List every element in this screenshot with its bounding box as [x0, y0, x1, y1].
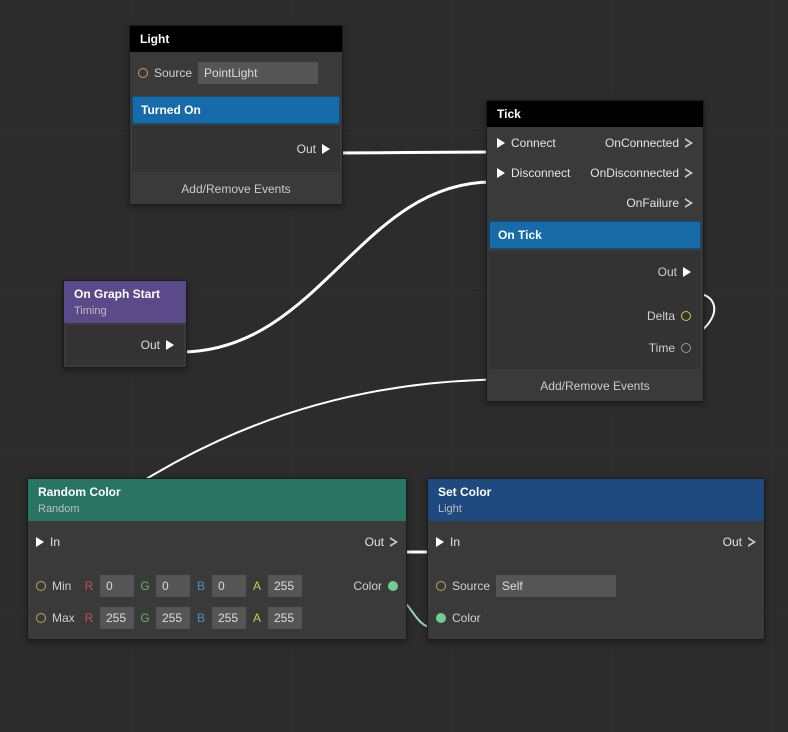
input-source[interactable]	[198, 62, 318, 84]
exec-out-icon[interactable]	[683, 267, 691, 277]
port-connect: Connect	[511, 136, 556, 150]
port-delta[interactable]	[681, 311, 691, 321]
exec-in-icon[interactable]	[36, 537, 44, 547]
node-title[interactable]: Random Color	[28, 479, 406, 505]
port-min[interactable]	[36, 581, 46, 591]
port-disconnect: Disconnect	[511, 166, 570, 180]
node-light[interactable]: Light Source Turned On Out Add/Remove Ev…	[129, 25, 343, 205]
port-onfailure: OnFailure	[626, 196, 679, 210]
port-onconnected: OnConnected	[605, 136, 679, 150]
label-min: Min	[52, 579, 78, 593]
label-max: Max	[52, 611, 78, 625]
port-color-out[interactable]	[388, 581, 398, 591]
add-remove-events[interactable]: Add/Remove Events	[130, 174, 342, 204]
node-subtitle: Light	[428, 503, 764, 521]
node-set-color[interactable]: Set Color Light In Out Source Color	[427, 478, 765, 640]
event-turned-on[interactable]: Turned On	[132, 96, 340, 124]
exec-out-icon[interactable]	[390, 537, 398, 547]
input-max-r[interactable]	[100, 607, 134, 629]
node-on-graph-start[interactable]: On Graph Start Timing Out	[63, 280, 187, 368]
node-tick[interactable]: Tick Connect Disconnect OnConnected OnDi…	[486, 100, 704, 402]
input-min-g[interactable]	[156, 575, 190, 597]
port-out-label: Out	[658, 265, 677, 279]
port-time[interactable]	[681, 343, 691, 353]
label-source: Source	[154, 66, 192, 80]
node-title[interactable]: Light	[130, 26, 342, 52]
node-title[interactable]: Tick	[487, 101, 703, 127]
label-color: Color	[452, 611, 481, 625]
exec-out-icon[interactable]	[685, 168, 693, 178]
port-max[interactable]	[36, 613, 46, 623]
node-random-color[interactable]: Random Color Random In Out Min R G B A C…	[27, 478, 407, 640]
port-source[interactable]	[436, 581, 446, 591]
input-max-a[interactable]	[268, 607, 302, 629]
port-out-label: Out	[297, 142, 316, 156]
exec-out-icon[interactable]	[322, 144, 330, 154]
exec-in-icon[interactable]	[436, 537, 444, 547]
add-remove-events[interactable]: Add/Remove Events	[487, 371, 703, 401]
node-subtitle: Random	[28, 503, 406, 521]
event-on-tick[interactable]: On Tick	[489, 221, 701, 249]
port-out: Out	[723, 535, 742, 549]
exec-out-icon[interactable]	[685, 138, 693, 148]
port-in: In	[50, 535, 60, 549]
port-delta-label: Delta	[647, 309, 675, 323]
input-max-g[interactable]	[156, 607, 190, 629]
label-color: Color	[353, 579, 382, 593]
port-source[interactable]	[138, 68, 148, 78]
port-out-label: Out	[141, 338, 160, 352]
port-time-label: Time	[649, 341, 675, 355]
port-ondisconnected: OnDisconnected	[590, 166, 679, 180]
input-min-b[interactable]	[212, 575, 246, 597]
exec-in-icon[interactable]	[497, 138, 505, 148]
input-source[interactable]	[496, 575, 616, 597]
node-title[interactable]: Set Color	[428, 479, 764, 505]
input-max-b[interactable]	[212, 607, 246, 629]
exec-out-icon[interactable]	[748, 537, 756, 547]
exec-in-icon[interactable]	[497, 168, 505, 178]
node-title[interactable]: On Graph Start	[64, 281, 186, 307]
input-min-r[interactable]	[100, 575, 134, 597]
label-source: Source	[452, 579, 490, 593]
port-in: In	[450, 535, 460, 549]
port-color-in[interactable]	[436, 613, 446, 623]
exec-out-icon[interactable]	[166, 340, 174, 350]
input-min-a[interactable]	[268, 575, 302, 597]
port-out: Out	[365, 535, 384, 549]
exec-out-icon[interactable]	[685, 198, 693, 208]
node-subtitle: Timing	[64, 305, 186, 323]
